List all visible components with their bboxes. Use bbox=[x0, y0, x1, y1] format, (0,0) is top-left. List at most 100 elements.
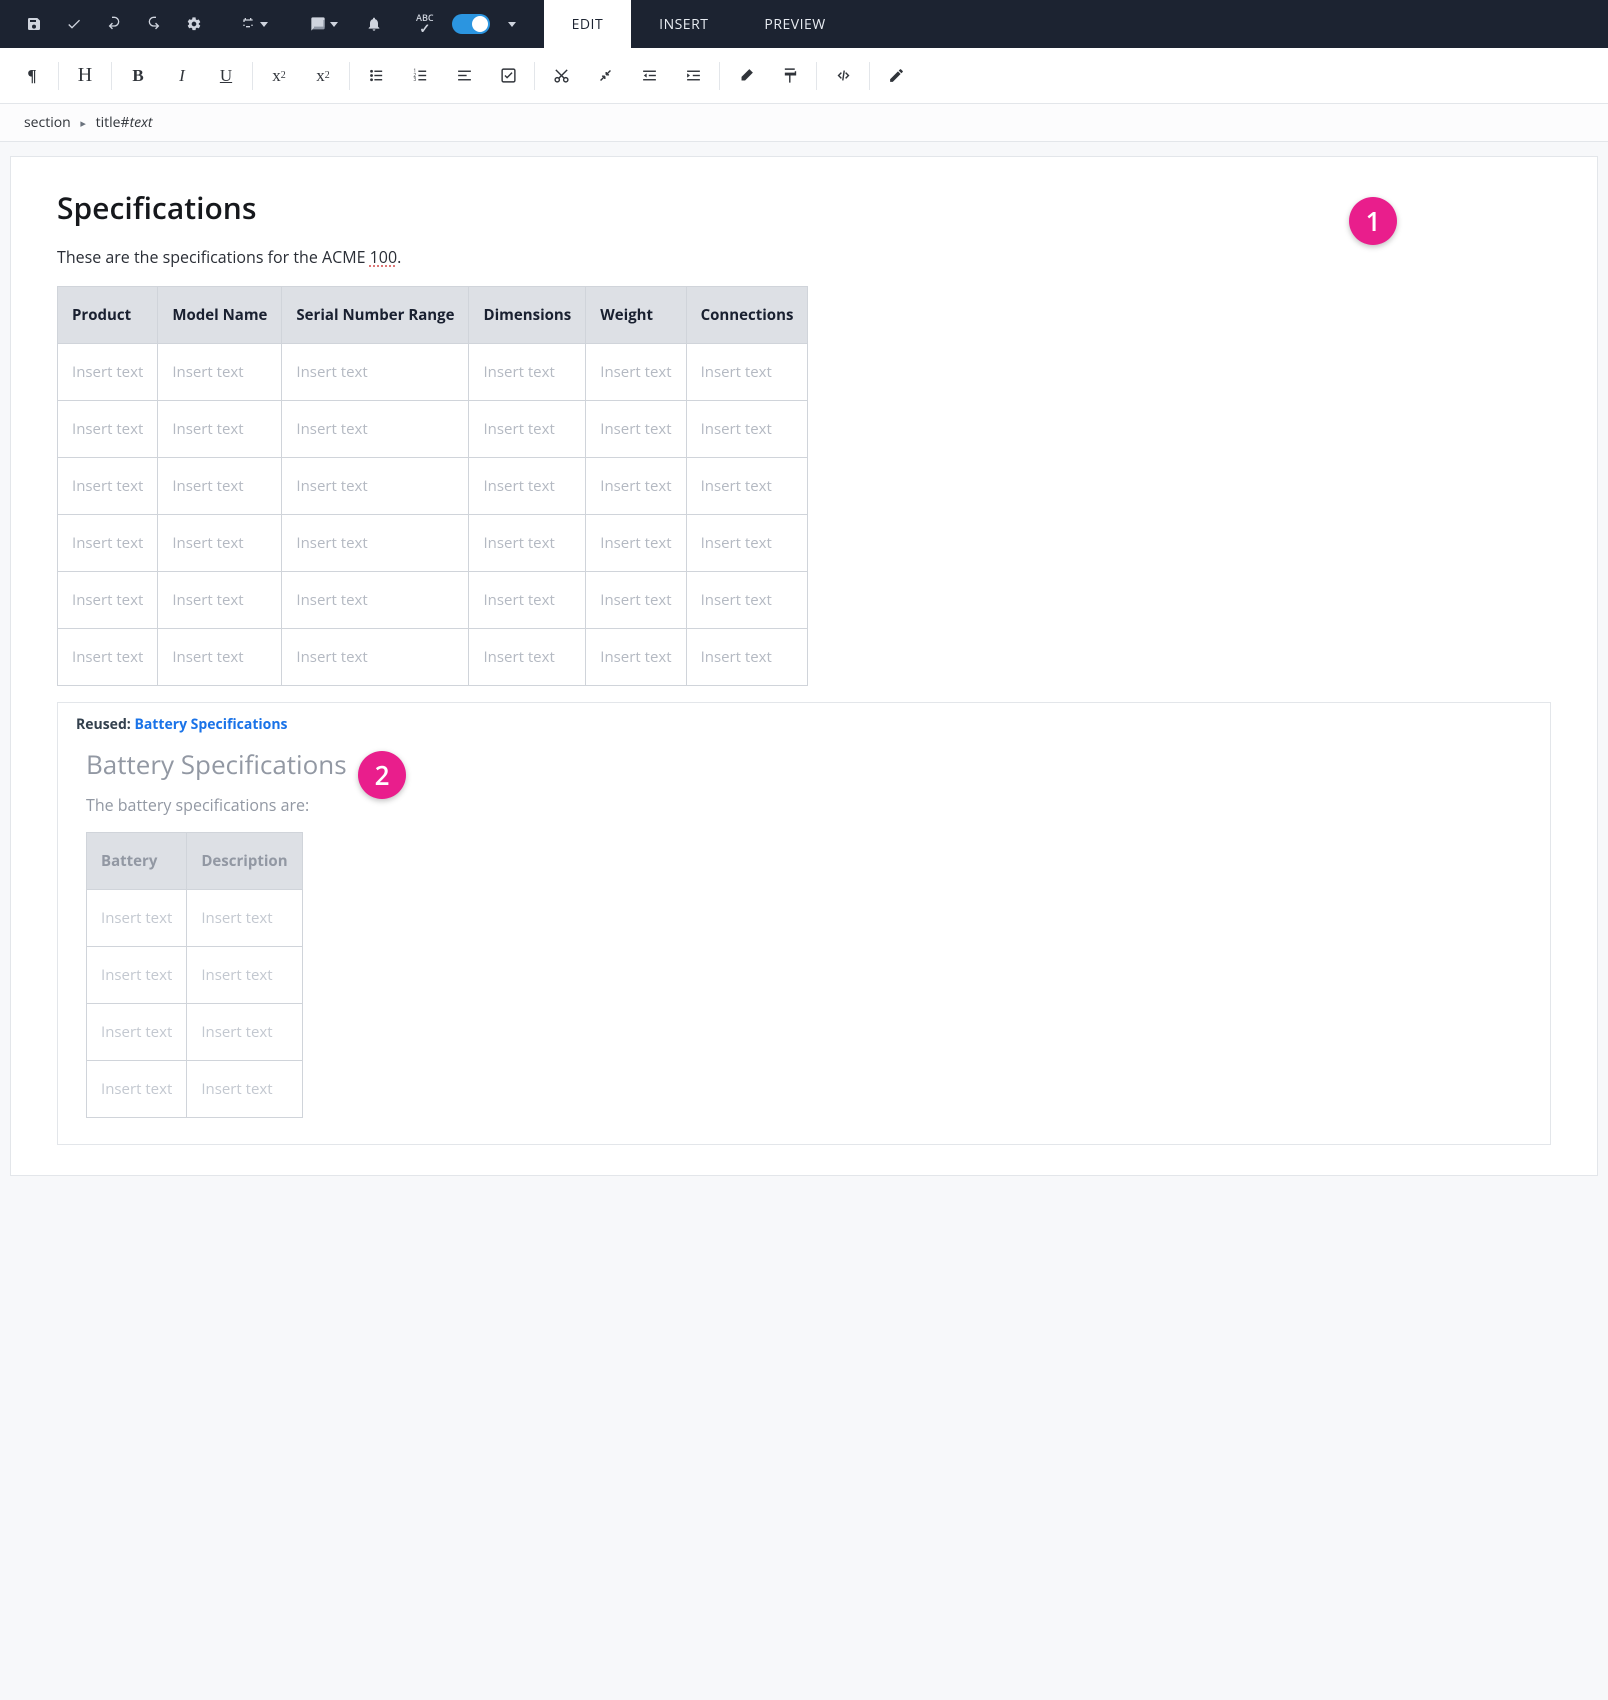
table-cell[interactable]: Insert text bbox=[469, 572, 586, 629]
redo-icon[interactable] bbox=[134, 0, 174, 48]
table-cell[interactable]: Insert text bbox=[586, 629, 686, 686]
eraser-icon[interactable] bbox=[724, 48, 768, 103]
callout-badge-2: 2 bbox=[358, 751, 406, 799]
table-header[interactable]: Serial Number Range bbox=[282, 287, 469, 344]
table-cell: Insert text bbox=[87, 947, 187, 1004]
table-row: Insert textInsert textInsert textInsert … bbox=[58, 401, 808, 458]
code-icon[interactable] bbox=[821, 48, 865, 103]
table-cell[interactable]: Insert text bbox=[158, 458, 282, 515]
edit-icon[interactable] bbox=[874, 48, 918, 103]
italic-icon[interactable]: I bbox=[160, 48, 204, 103]
underline-icon[interactable]: U bbox=[204, 48, 248, 103]
table-header[interactable]: Weight bbox=[586, 287, 686, 344]
table-cell[interactable]: Insert text bbox=[586, 401, 686, 458]
comment-icon[interactable] bbox=[294, 0, 354, 48]
table-cell: Insert text bbox=[87, 890, 187, 947]
table-row: Insert textInsert textInsert textInsert … bbox=[58, 458, 808, 515]
crumb-section[interactable]: section bbox=[24, 113, 71, 132]
table-cell[interactable]: Insert text bbox=[586, 344, 686, 401]
table-cell: Insert text bbox=[187, 1004, 302, 1061]
tab-edit[interactable]: EDIT bbox=[544, 0, 632, 48]
table-cell[interactable]: Insert text bbox=[586, 572, 686, 629]
table-cell[interactable]: Insert text bbox=[586, 458, 686, 515]
format-paint-icon[interactable] bbox=[768, 48, 812, 103]
table-cell[interactable]: Insert text bbox=[469, 401, 586, 458]
save-icon[interactable] bbox=[14, 0, 54, 48]
paragraph-icon[interactable]: ¶ bbox=[10, 48, 54, 103]
table-row: Insert textInsert textInsert textInsert … bbox=[58, 572, 808, 629]
align-icon[interactable] bbox=[442, 48, 486, 103]
table-cell[interactable]: Insert text bbox=[158, 401, 282, 458]
bold-icon[interactable]: B bbox=[116, 48, 160, 103]
approve-icon[interactable] bbox=[54, 0, 94, 48]
table-cell[interactable]: Insert text bbox=[58, 629, 158, 686]
table-cell[interactable]: Insert text bbox=[158, 629, 282, 686]
table-cell[interactable]: Insert text bbox=[469, 629, 586, 686]
page-description[interactable]: These are the specifications for the ACM… bbox=[57, 246, 1551, 268]
table-cell: Insert text bbox=[187, 947, 302, 1004]
table-cell[interactable]: Insert text bbox=[686, 401, 808, 458]
subscript-icon[interactable]: x2 bbox=[301, 48, 345, 103]
tab-preview[interactable]: PREVIEW bbox=[736, 0, 853, 48]
spellcheck-dropdown-icon[interactable] bbox=[496, 0, 524, 48]
table-cell[interactable]: Insert text bbox=[469, 344, 586, 401]
spellcheck-icon: ABC✓ bbox=[404, 0, 446, 48]
cut-icon[interactable] bbox=[539, 48, 583, 103]
table-cell[interactable]: Insert text bbox=[158, 344, 282, 401]
table-cell[interactable]: Insert text bbox=[686, 344, 808, 401]
table-cell[interactable]: Insert text bbox=[282, 458, 469, 515]
table-cell[interactable]: Insert text bbox=[158, 572, 282, 629]
crop-icon[interactable] bbox=[224, 0, 284, 48]
table-cell[interactable]: Insert text bbox=[58, 344, 158, 401]
table-cell[interactable]: Insert text bbox=[469, 515, 586, 572]
table-cell[interactable]: Insert text bbox=[686, 572, 808, 629]
table-header[interactable]: Model Name bbox=[158, 287, 282, 344]
table-header[interactable]: Connections bbox=[686, 287, 808, 344]
undo-icon[interactable] bbox=[94, 0, 134, 48]
numbered-list-icon[interactable]: 123 bbox=[398, 48, 442, 103]
tab-insert[interactable]: INSERT bbox=[631, 0, 736, 48]
spellcheck-toggle[interactable] bbox=[446, 0, 496, 48]
collapse-icon[interactable] bbox=[583, 48, 627, 103]
page-title[interactable]: Specifications bbox=[57, 187, 1551, 228]
settings-icon[interactable] bbox=[174, 0, 214, 48]
crumb-title[interactable]: title#text bbox=[96, 113, 153, 132]
table-cell[interactable]: Insert text bbox=[686, 515, 808, 572]
svg-text:3: 3 bbox=[413, 77, 416, 83]
table-cell[interactable]: Insert text bbox=[158, 515, 282, 572]
editor-page[interactable]: 1 Specifications These are the specifica… bbox=[10, 156, 1598, 1176]
table-cell[interactable]: Insert text bbox=[282, 629, 469, 686]
heading-icon[interactable]: H bbox=[63, 48, 107, 103]
reused-description: The battery specifications are: bbox=[86, 794, 1522, 816]
table-cell[interactable]: Insert text bbox=[282, 344, 469, 401]
table-cell: Insert text bbox=[87, 1061, 187, 1118]
table-cell[interactable]: Insert text bbox=[58, 515, 158, 572]
format-toolbar: ¶ H B I U x2 x2 123 bbox=[0, 48, 1608, 104]
table-header[interactable]: Product bbox=[58, 287, 158, 344]
table-cell[interactable]: Insert text bbox=[469, 458, 586, 515]
notifications-icon[interactable] bbox=[354, 0, 394, 48]
battery-table: BatteryDescription Insert textInsert tex… bbox=[86, 832, 303, 1118]
indent-increase-icon[interactable] bbox=[671, 48, 715, 103]
table-cell[interactable]: Insert text bbox=[586, 515, 686, 572]
superscript-icon[interactable]: x2 bbox=[257, 48, 301, 103]
table-header[interactable]: Dimensions bbox=[469, 287, 586, 344]
table-cell[interactable]: Insert text bbox=[58, 401, 158, 458]
reused-title: Battery Specifications bbox=[86, 746, 1522, 782]
table-cell[interactable]: Insert text bbox=[282, 515, 469, 572]
table-row: Insert textInsert text bbox=[87, 947, 303, 1004]
table-row: Insert textInsert textInsert textInsert … bbox=[58, 629, 808, 686]
table-cell[interactable]: Insert text bbox=[282, 401, 469, 458]
callout-badge-1: 1 bbox=[1349, 197, 1397, 245]
indent-decrease-icon[interactable] bbox=[627, 48, 671, 103]
table-cell[interactable]: Insert text bbox=[686, 629, 808, 686]
table-cell[interactable]: Insert text bbox=[58, 572, 158, 629]
table-cell[interactable]: Insert text bbox=[58, 458, 158, 515]
table-row: Insert textInsert text bbox=[87, 890, 303, 947]
reused-link[interactable]: Battery Specifications bbox=[134, 715, 287, 734]
checklist-icon[interactable] bbox=[486, 48, 530, 103]
table-cell[interactable]: Insert text bbox=[282, 572, 469, 629]
specifications-table[interactable]: ProductModel NameSerial Number RangeDime… bbox=[57, 286, 808, 686]
table-cell[interactable]: Insert text bbox=[686, 458, 808, 515]
bullet-list-icon[interactable] bbox=[354, 48, 398, 103]
